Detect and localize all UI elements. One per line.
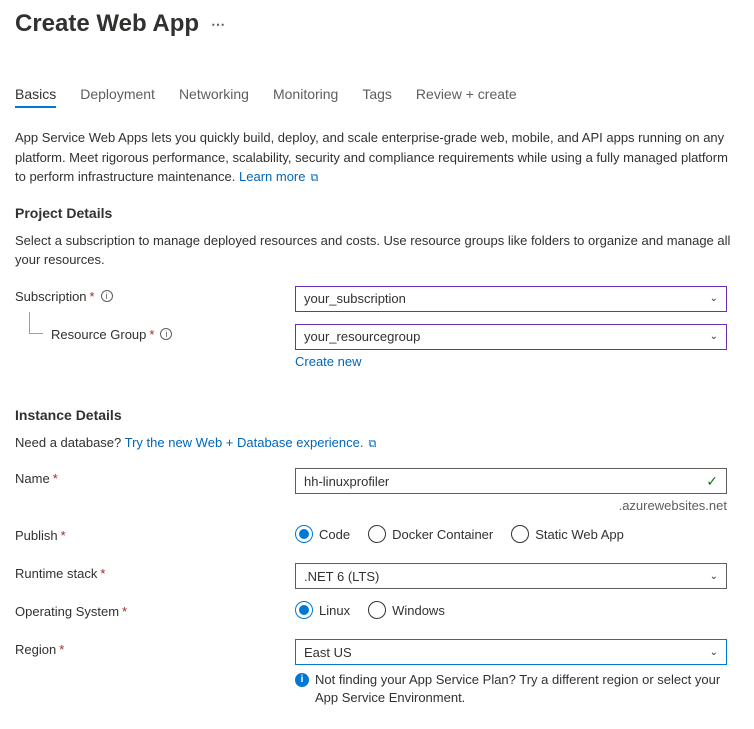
runtime-select[interactable]: .NET 6 (LTS) ⌄	[295, 563, 727, 589]
learn-more-link[interactable]: Learn more ⧉	[239, 169, 318, 184]
required-icon: *	[122, 604, 127, 619]
intro-body: App Service Web Apps lets you quickly bu…	[15, 130, 728, 184]
name-value: hh-linuxprofiler	[304, 474, 389, 489]
project-details-desc: Select a subscription to manage deployed…	[15, 231, 739, 270]
info-icon[interactable]: i	[101, 290, 113, 302]
create-new-link[interactable]: Create new	[295, 354, 727, 369]
external-link-icon: ⧉	[365, 438, 376, 450]
info-icon[interactable]: i	[160, 328, 172, 340]
resource-group-label: Resource Group	[51, 327, 146, 342]
tab-deployment[interactable]: Deployment	[80, 80, 155, 108]
publish-label: Publish	[15, 528, 58, 543]
os-windows-radio[interactable]: Windows	[368, 601, 445, 619]
tabs: Basics Deployment Networking Monitoring …	[15, 80, 739, 108]
page-title: Create Web App	[15, 10, 199, 38]
publish-code-radio[interactable]: Code	[295, 525, 350, 543]
radio-icon	[368, 601, 386, 619]
runtime-value: .NET 6 (LTS)	[304, 569, 379, 584]
radio-icon	[295, 525, 313, 543]
subscription-label: Subscription	[15, 289, 87, 304]
required-icon: *	[59, 642, 64, 657]
publish-docker-radio[interactable]: Docker Container	[368, 525, 493, 543]
required-icon: *	[61, 528, 66, 543]
external-link-icon: ⧉	[307, 172, 318, 184]
radio-label: Windows	[392, 603, 445, 618]
subscription-select[interactable]: your_subscription ⌄	[295, 286, 727, 312]
region-hint: Not finding your App Service Plan? Try a…	[315, 671, 727, 707]
radio-icon	[511, 525, 529, 543]
name-label: Name	[15, 471, 50, 486]
region-value: East US	[304, 645, 352, 660]
indent-line	[29, 312, 43, 334]
radio-label: Code	[319, 527, 350, 542]
chevron-down-icon: ⌄	[710, 331, 718, 342]
resource-group-value: your_resourcegroup	[304, 329, 420, 344]
tab-networking[interactable]: Networking	[179, 80, 249, 108]
required-icon: *	[53, 471, 58, 486]
required-icon: *	[90, 289, 95, 304]
radio-icon	[295, 601, 313, 619]
instance-details-title: Instance Details	[15, 407, 739, 423]
name-suffix: .azurewebsites.net	[295, 498, 727, 513]
required-icon: *	[149, 327, 154, 342]
intro-text: App Service Web Apps lets you quickly bu…	[15, 128, 739, 187]
required-icon: *	[100, 566, 105, 581]
more-icon[interactable]: ⋯	[211, 16, 225, 33]
radio-label: Static Web App	[535, 527, 624, 542]
chevron-down-icon: ⌄	[710, 571, 718, 582]
db-prompt: Need a database? Try the new Web + Datab…	[15, 433, 739, 453]
tab-basics[interactable]: Basics	[15, 80, 56, 108]
radio-label: Docker Container	[392, 527, 493, 542]
db-prompt-text: Need a database?	[15, 435, 125, 450]
runtime-label: Runtime stack	[15, 566, 97, 581]
os-linux-radio[interactable]: Linux	[295, 601, 350, 619]
check-icon: ✓	[706, 473, 718, 490]
tab-monitoring[interactable]: Monitoring	[273, 80, 338, 108]
name-input[interactable]: hh-linuxprofiler ✓	[295, 468, 727, 494]
tab-tags[interactable]: Tags	[362, 80, 392, 108]
radio-icon	[368, 525, 386, 543]
project-details-title: Project Details	[15, 205, 739, 221]
radio-label: Linux	[319, 603, 350, 618]
info-icon: i	[295, 673, 309, 687]
os-label: Operating System	[15, 604, 119, 619]
publish-static-radio[interactable]: Static Web App	[511, 525, 624, 543]
chevron-down-icon: ⌄	[710, 293, 718, 304]
region-select[interactable]: East US ⌄	[295, 639, 727, 665]
subscription-value: your_subscription	[304, 291, 406, 306]
chevron-down-icon: ⌄	[710, 647, 718, 658]
region-label: Region	[15, 642, 56, 657]
tab-review-create[interactable]: Review + create	[416, 80, 517, 108]
db-experience-link[interactable]: Try the new Web + Database experience. ⧉	[125, 435, 377, 450]
resource-group-select[interactable]: your_resourcegroup ⌄	[295, 324, 727, 350]
